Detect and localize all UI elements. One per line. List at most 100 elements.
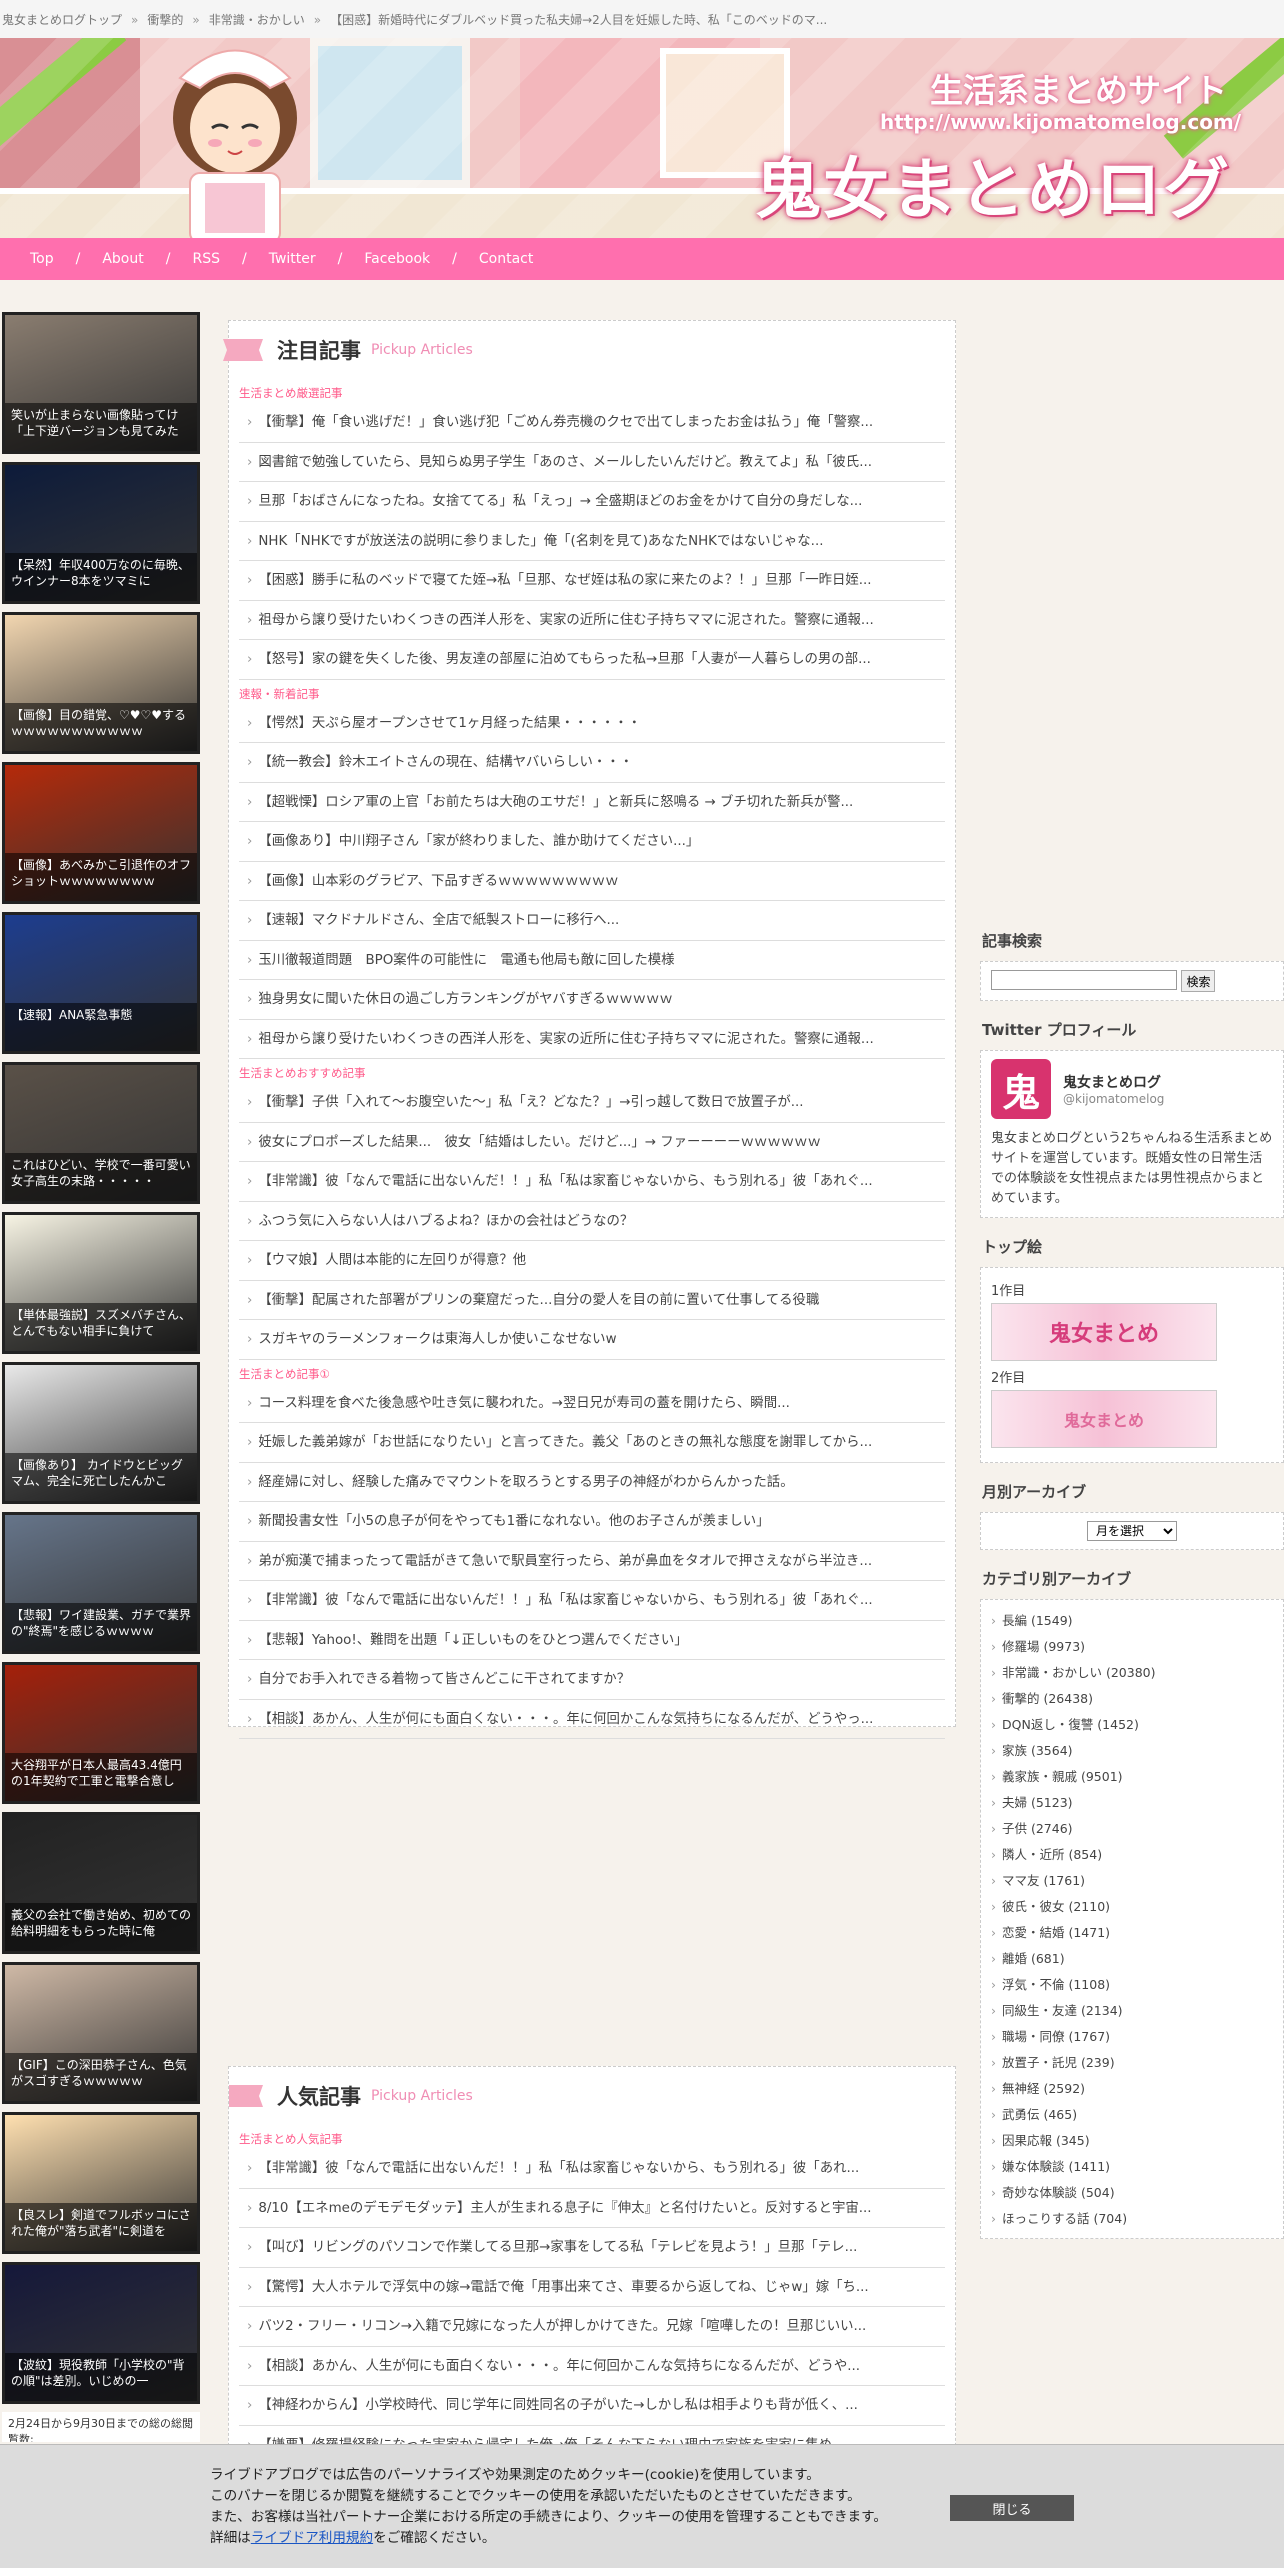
category-link[interactable]: 放置子・託児 (239) — [991, 2050, 1273, 2076]
nav-link-about[interactable]: About — [102, 251, 143, 267]
article-link[interactable]: 【画像】山本彩のグラビア、下品すぎるｗｗｗｗｗｗｗｗｗ — [239, 862, 945, 901]
terms-link[interactable]: ライブドア利用規約 — [251, 2530, 373, 2546]
category-link[interactable]: 恋愛・結婚 (1471) — [991, 1920, 1273, 1946]
left-thumb-caption[interactable]: 【呆然】年収400万なのに毎晩、ウインナー8本をツマミに — [5, 553, 197, 601]
top-image-1[interactable]: 鬼女まとめ — [991, 1303, 1217, 1361]
category-link[interactable]: 修羅場 (9973) — [991, 1634, 1273, 1660]
category-link[interactable]: 衝撃的 (26438) — [991, 1686, 1273, 1712]
category-link[interactable]: 因果応報 (345) — [991, 2128, 1273, 2154]
article-link[interactable]: 新聞投書女性「小5の息子が何をやっても1番になれない。他のお子さんが羨ましい」 — [239, 1502, 945, 1542]
category-link[interactable]: DQN返し・復讐 (1452) — [991, 1712, 1273, 1738]
left-thumb-caption[interactable]: 義父の会社で働き始め、初めての給料明細をもらった時に俺 — [5, 1903, 197, 1951]
nav-link-twitter[interactable]: Twitter — [269, 251, 316, 267]
twitter-handle[interactable]: @kijomatomelog — [1063, 1092, 1164, 1106]
breadcrumb-item[interactable]: 衝撃的 — [147, 13, 183, 27]
left-thumb[interactable]: 義父の会社で働き始め、初めての給料明細をもらった時に俺 — [2, 1812, 200, 1954]
twitter-name[interactable]: 鬼女まとめログ — [1063, 1072, 1164, 1092]
left-thumb-caption[interactable]: 【画像】目の錯覚、♡♥♡♥するｗｗｗｗｗｗｗｗｗｗｗ — [5, 703, 197, 751]
article-link[interactable]: 【叫び】リビングのパソコンで作業してる旦那→家事をしてる私「テレビを見よう！」旦… — [239, 2228, 945, 2268]
twitter-avatar[interactable]: 鬼 — [991, 1059, 1051, 1119]
left-thumb-caption[interactable]: 【波紋】現役教師「小学校の"背の順"は差別。いじめの一 — [5, 2353, 197, 2401]
site-title[interactable]: 鬼女まとめログ — [755, 136, 1231, 232]
article-link[interactable]: 図書館で勉強していたら、見知らぬ男子学生「あのさ、メールしたいんだけど。教えてよ… — [239, 443, 945, 482]
article-link[interactable]: 【相談】あかん、人生が何にも面白くない・・・。年に何回かこんな気持ちになるんだが… — [239, 2347, 945, 2386]
left-thumb-caption[interactable]: 【良スレ】剣道でフルボッコにされた俺が"落ち武者"に剣道を — [5, 2203, 197, 2251]
category-link[interactable]: 同級生・友達 (2134) — [991, 1998, 1273, 2024]
category-link[interactable]: ママ友 (1761) — [991, 1868, 1273, 1894]
article-link[interactable]: 独身男女に聞いた休日の過ごし方ランキングがヤバすぎるｗｗｗｗｗ — [239, 980, 945, 1020]
article-link[interactable]: 【衝撃】配属された部署がプリンの棄窟だった...自分の愛人を目の前に置いて仕事し… — [239, 1281, 945, 1320]
article-link[interactable]: 【驚愕】大人ホテルで浮気中の嫁→電話で俺「用事出来てさ、車要るから返してね、じゃ… — [239, 2268, 945, 2307]
left-thumb[interactable]: これはひどい、学校で一番可愛い女子高生の末路・・・・・ — [2, 1062, 200, 1204]
left-thumb-caption[interactable]: 【単体最強説】スズメバチさん、とんでもない相手に負けて — [5, 1303, 197, 1351]
category-link[interactable]: 長編 (1549) — [991, 1608, 1273, 1634]
site-url[interactable]: http://www.kijomatomelog.com/ — [880, 110, 1241, 134]
nav-link-rss[interactable]: RSS — [192, 251, 220, 267]
article-link[interactable]: 【怒号】家の鍵を失くした後、男友達の部屋に泊めてもらった私→旦那「人妻が一人暮ら… — [239, 640, 945, 680]
left-thumb[interactable]: 笑いが止まらない画像貼ってけ「上下逆バージョンも見てみた — [2, 312, 200, 454]
article-link[interactable]: ふつう気に入らない人はハブるよね？ほかの会社はどうなの？ — [239, 1202, 945, 1241]
article-link[interactable]: 玉川徹報道問題 BPO案件の可能性に 電通も他局も敵に回した模様 — [239, 941, 945, 980]
article-link[interactable]: 【相談】あかん、人生が何にも面白くない・・・。年に何回かこんな気持ちになるんだが… — [239, 1700, 945, 1739]
archive-select[interactable]: 月を選択 — [1087, 1521, 1177, 1541]
left-thumb-caption[interactable]: これはひどい、学校で一番可愛い女子高生の末路・・・・・ — [5, 1153, 197, 1201]
left-thumb-caption[interactable]: 【画像あり】 カイドウとビッグマム、完全に死亡したんかこ — [5, 1453, 197, 1501]
category-link[interactable]: 無神経 (2592) — [991, 2076, 1273, 2102]
nav-link-top[interactable]: Top — [30, 251, 54, 267]
left-thumb-caption[interactable]: 笑いが止まらない画像貼ってけ「上下逆バージョンも見てみた — [5, 403, 197, 451]
left-thumb-caption[interactable]: 【画像】あべみかこ引退作のオフショットｗｗｗｗｗｗｗｗ — [5, 853, 197, 901]
nav-link-facebook[interactable]: Facebook — [364, 251, 430, 267]
article-link[interactable]: 【非常識】彼「なんで電話に出ないんだ！！」私「私は家畜じゃないから、もう別れる」… — [239, 1581, 945, 1621]
top-image-2[interactable]: 鬼女まとめ — [991, 1390, 1217, 1448]
category-link[interactable]: 義家族・親戚 (9501) — [991, 1764, 1273, 1790]
twitter-profile[interactable]: 鬼 鬼女まとめログ @kijomatomelog — [991, 1059, 1273, 1119]
left-thumb[interactable]: 2月24日から9月30日までの総の総閲覧数: — [2, 2412, 200, 2442]
left-thumb-caption[interactable]: 大谷翔平が日本人最高43.4億円の1年契約で工軍と電撃合意し — [5, 1753, 197, 1801]
breadcrumb-item[interactable]: 鬼女まとめログトップ — [2, 13, 122, 27]
category-link[interactable]: 子供 (2746) — [991, 1816, 1273, 1842]
category-link[interactable]: 家族 (3564) — [991, 1738, 1273, 1764]
left-thumb[interactable]: 【波紋】現役教師「小学校の"背の順"は差別。いじめの一 — [2, 2262, 200, 2404]
article-link[interactable]: コース料理を食べた後急感や吐き気に襲われた。→翌日兄が寿司の蓋を開けたら、瞬間.… — [239, 1384, 945, 1423]
left-thumb[interactable]: 【画像あり】 カイドウとビッグマム、完全に死亡したんかこ — [2, 1362, 200, 1504]
article-link[interactable]: スガキヤのラーメンフォークは東海人しか使いこなせないw — [239, 1320, 945, 1360]
left-thumb-caption[interactable]: 【悲報】ワイ建設業、ガチで業界の"終焉"を感じるｗｗｗｗ — [5, 1603, 197, 1651]
left-thumb[interactable]: 【悲報】ワイ建設業、ガチで業界の"終焉"を感じるｗｗｗｗ — [2, 1512, 200, 1654]
category-link[interactable]: スカッとする話 (936) — [991, 2232, 1273, 2238]
left-thumb-caption[interactable]: 【速報】ANA緊急事態 — [5, 1003, 197, 1051]
article-link[interactable]: 祖母から譲り受けたいわくつきの西洋人形を、実家の近所に住む子持ちママに泥された。… — [239, 1020, 945, 1059]
article-link[interactable]: 【非常識】彼「なんで電話に出ないんだ！！」私「私は家畜じゃないから、もう別れる」… — [239, 1162, 945, 1202]
left-thumb[interactable]: 【画像】目の錯覚、♡♥♡♥するｗｗｗｗｗｗｗｗｗｗｗ — [2, 612, 200, 754]
article-link[interactable]: 自分でお手入れできる着物って皆さんどこに干されてますか？ — [239, 1660, 945, 1700]
article-link[interactable]: 【悲報】Yahoo!、難問を出題「↓正しいものをひとつ選んでください」 — [239, 1621, 945, 1660]
article-link[interactable]: 彼女にプロポーズした結果... 彼女「結婚はしたい。だけど...」→ ファーーー… — [239, 1123, 945, 1162]
article-link[interactable]: 8/10【エネmeのデモデモダッテ】主人が生まれる息子に『伸太』と名付けたいと。… — [239, 2189, 945, 2228]
category-link[interactable]: 浮気・不倫 (1108) — [991, 1972, 1273, 1998]
category-link[interactable]: 非常識・おかしい (20380) — [991, 1660, 1273, 1686]
search-button[interactable]: 検索 — [1181, 970, 1216, 992]
article-link[interactable]: 【神経わからん】小学校時代、同じ学年に同姓同名の子がいた→しかし私は相手よりも背… — [239, 2386, 945, 2426]
article-link[interactable]: 【速報】マクドナルドさん、全店で紙製ストローに移行へ... — [239, 901, 945, 941]
left-thumb[interactable]: 【良スレ】剣道でフルボッコにされた俺が"落ち武者"に剣道を — [2, 2112, 200, 2254]
article-link[interactable]: 弟が痴漢で捕まったって電話がきて急いで駅員室行ったら、弟が鼻血をタオルで押さえな… — [239, 1542, 945, 1581]
category-link[interactable]: 武勇伝 (465) — [991, 2102, 1273, 2128]
category-link[interactable]: 隣人・近所 (854) — [991, 1842, 1273, 1868]
article-link[interactable]: 【画像あり】中川翔子さん「家が終わりました、誰か助けてください...」 — [239, 822, 945, 862]
left-thumb[interactable]: 【呆然】年収400万なのに毎晩、ウインナー8本をツマミに — [2, 462, 200, 604]
left-thumb-caption[interactable]: 【GIF】この深田恭子さん、色気がスゴすぎるｗｗｗｗｗ — [5, 2053, 197, 2101]
category-link[interactable]: 嫌な体験談 (1411) — [991, 2154, 1273, 2180]
search-input[interactable] — [991, 970, 1177, 990]
left-thumb[interactable]: 【単体最強説】スズメバチさん、とんでもない相手に負けて — [2, 1212, 200, 1354]
category-link[interactable]: 離婚 (681) — [991, 1946, 1273, 1972]
category-link[interactable]: 彼氏・彼女 (2110) — [991, 1894, 1273, 1920]
article-link[interactable]: 【ウマ娘】人間は本能的に左回りが得意？他 — [239, 1241, 945, 1281]
article-link[interactable]: 【衝撃】子供「入れて～お腹空いた～」私「え？どなた？」→引っ越して数日で放置子が… — [239, 1083, 945, 1123]
article-link[interactable]: バツ2・フリー・リコン→入籍で兄嫁になった人が押しかけてきた。兄嫁「喧嘩したの！… — [239, 2307, 945, 2347]
category-link[interactable]: 職場・同僚 (1767) — [991, 2024, 1273, 2050]
article-link[interactable]: 【非常識】彼「なんで電話に出ないんだ！！」私「私は家畜じゃないから、もう別れる」… — [239, 2149, 945, 2189]
cookie-close-button[interactable]: 閉じる — [950, 2495, 1074, 2521]
category-link[interactable]: ほっこりする話 (704) — [991, 2206, 1273, 2232]
article-link[interactable]: 祖母から譲り受けたいわくつきの西洋人形を、実家の近所に住む子持ちママに泥された。… — [239, 601, 945, 640]
article-link[interactable]: 【愕然】天ぷら屋オープンさせて1ヶ月経った結果・・・・・・ — [239, 704, 945, 743]
left-thumb-caption[interactable]: 2月24日から9月30日までの総の総閲覧数: — [2, 2412, 200, 2442]
